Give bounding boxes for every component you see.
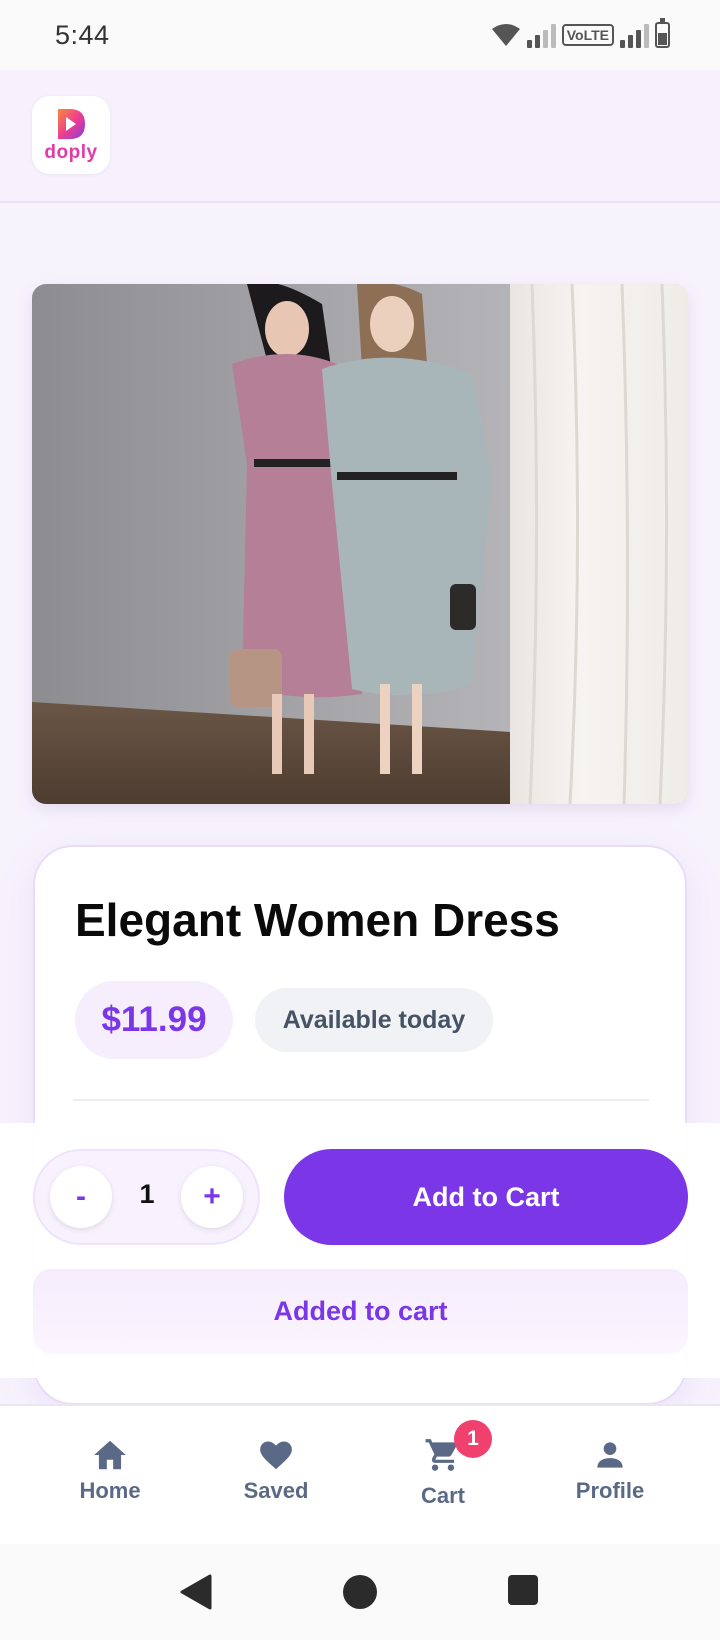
- nav-label-cart: Cart: [420, 1483, 465, 1508]
- status-bar: 5:44 VoLTE: [0, 0, 720, 70]
- home-button[interactable]: [342, 1574, 378, 1610]
- add-to-cart-button[interactable]: Add to Cart: [284, 1149, 688, 1245]
- nav-label-profile: Profile: [575, 1478, 645, 1503]
- status-icons: VoLTE: [491, 18, 670, 48]
- increase-quantity-button[interactable]: +: [181, 1166, 243, 1228]
- recents-square-icon: [508, 1575, 538, 1605]
- back-triangle-icon: [180, 1574, 212, 1610]
- signal-icon: [620, 22, 649, 48]
- quantity-stepper: - 1 +: [33, 1149, 260, 1245]
- nav-label-saved: Saved: [243, 1478, 309, 1503]
- product-title: Elegant Women Dress: [75, 894, 560, 946]
- signal-icon: [526, 22, 556, 48]
- added-to-cart-message: Added to cart: [33, 1269, 688, 1354]
- nav-label-home: Home: [79, 1478, 141, 1503]
- back-button[interactable]: [178, 1574, 214, 1610]
- bottom-navigation: Home Saved 1 Cart Profile: [0, 1404, 720, 1544]
- home-circle-icon: [343, 1575, 377, 1609]
- price-badge: $11.99: [75, 981, 233, 1059]
- nav-item-cart[interactable]: 1 Cart: [363, 1420, 523, 1509]
- volte-icon: VoLTE: [561, 24, 614, 46]
- app-header: doply: [0, 70, 720, 203]
- battery-icon: [655, 18, 670, 48]
- logo-mark-icon: [58, 108, 85, 139]
- nav-item-saved[interactable]: Saved: [196, 1436, 356, 1504]
- cart-count-badge: 1: [454, 1420, 492, 1458]
- wifi-icon: [491, 24, 520, 46]
- nav-item-home[interactable]: Home: [30, 1436, 190, 1504]
- recents-button[interactable]: [507, 1574, 539, 1606]
- home-icon: [94, 1440, 126, 1470]
- product-image: [32, 284, 688, 804]
- status-time: 5:44: [55, 20, 110, 50]
- app-logo[interactable]: doply: [32, 96, 110, 174]
- divider: [73, 1099, 649, 1101]
- nav-item-profile[interactable]: Profile: [530, 1436, 690, 1504]
- system-navigation-bar: [0, 1544, 720, 1640]
- cart-action-panel: - 1 + Add to Cart Added to cart: [0, 1123, 720, 1378]
- decrease-quantity-button[interactable]: -: [50, 1166, 112, 1228]
- quantity-value: 1: [139, 1179, 155, 1209]
- person-icon: [597, 1442, 623, 1468]
- availability-badge: Available today: [255, 988, 493, 1052]
- heart-icon: [260, 1441, 292, 1470]
- logo-text: doply: [44, 141, 98, 163]
